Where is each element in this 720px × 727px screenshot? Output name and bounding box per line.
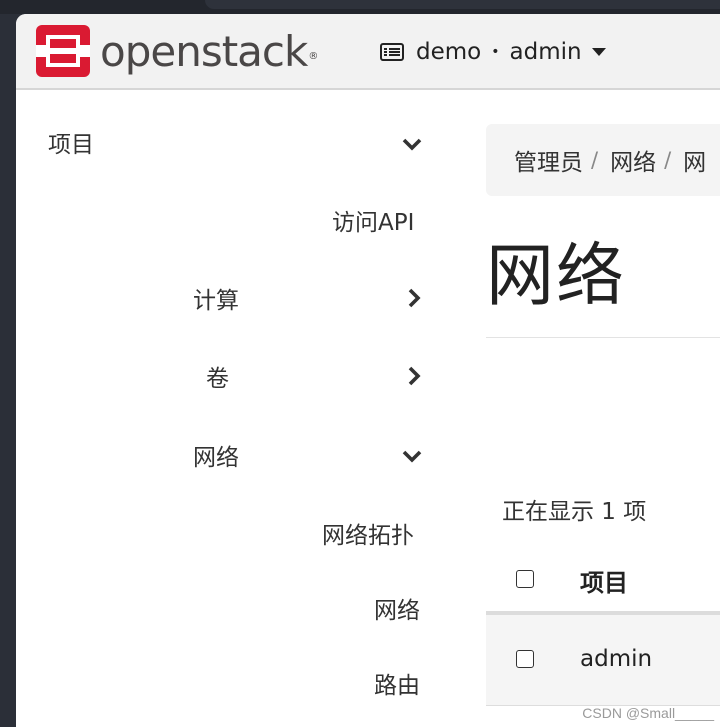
breadcrumb-separator: / [664, 148, 672, 172]
breadcrumb: 管理员 / 网络 / 网 [486, 124, 720, 196]
chevron-down-icon[interactable] [401, 445, 423, 467]
sidebar-item-routers[interactable]: 路由 [374, 663, 420, 703]
sidebar-item-compute[interactable]: 计算 [193, 278, 239, 318]
watermark: CSDN @Small_____ [582, 705, 714, 721]
breadcrumb-separator: / [591, 148, 599, 172]
page-title: 网络 [486, 237, 627, 316]
sidebar-item-label: 网络 [193, 445, 239, 471]
sidebar-item-label: 卷 [206, 366, 229, 392]
browser-window: openstack ® demo • admin 项目 访问API 计算 卷 网… [16, 14, 720, 727]
top-navbar: openstack ® demo • admin [16, 14, 720, 90]
brand-name: openstack [100, 26, 308, 76]
sidebar-item-network-topology[interactable]: 网络拓扑 [322, 513, 414, 553]
project-switcher[interactable]: demo • admin [380, 37, 606, 67]
sidebar-item-label: 项目 [48, 132, 94, 158]
openstack-mark-icon [36, 25, 90, 77]
row-checkbox[interactable] [516, 650, 534, 668]
sidebar-item-label: 访问API [332, 210, 415, 236]
column-header-project[interactable]: 项目 [580, 563, 628, 598]
current-project: demo [416, 39, 482, 65]
caret-down-icon [591, 48, 606, 56]
table-header-row: 项目 [486, 545, 720, 615]
breadcrumb-item-admin[interactable]: 管理员 [514, 143, 583, 177]
main-content: 管理员 / 网络 / 网 网络 正在显示 1 项 项目 admin [486, 90, 720, 727]
chevron-down-icon[interactable] [401, 133, 423, 155]
current-user: admin [509, 39, 582, 65]
sidebar-item-networks[interactable]: 网络 [374, 588, 420, 628]
chevron-right-icon[interactable] [403, 365, 425, 387]
sidebar-item-project[interactable]: 项目 [48, 122, 94, 162]
openstack-logo[interactable]: openstack ® [36, 24, 318, 78]
item-count: 正在显示 1 项 [502, 499, 647, 525]
sidebar-item-volumes[interactable]: 卷 [206, 356, 229, 396]
breadcrumb-item-current: 网 [683, 150, 707, 176]
chevron-right-icon[interactable] [403, 287, 425, 309]
sidebar-item-label: 网络拓扑 [322, 523, 414, 549]
brand-registered-mark: ® [308, 51, 319, 62]
table-row: admin [486, 615, 720, 706]
cell-project: admin [580, 646, 653, 672]
sidebar-item-label: 路由 [374, 673, 420, 699]
breadcrumb-item-network[interactable]: 网络 [610, 143, 656, 177]
browser-tab-strip [205, 0, 720, 9]
desktop-top-band [0, 0, 720, 14]
sidebar-item-access-api[interactable]: 访问API [332, 200, 414, 240]
sidebar-item-label: 网络 [374, 598, 420, 624]
sidebar-item-label: 计算 [193, 288, 239, 314]
server-list-icon [380, 43, 404, 61]
title-divider [486, 337, 720, 338]
sidebar-item-network[interactable]: 网络 [193, 435, 239, 475]
select-all-checkbox[interactable] [516, 570, 534, 588]
project-user-separator: • [491, 44, 500, 60]
